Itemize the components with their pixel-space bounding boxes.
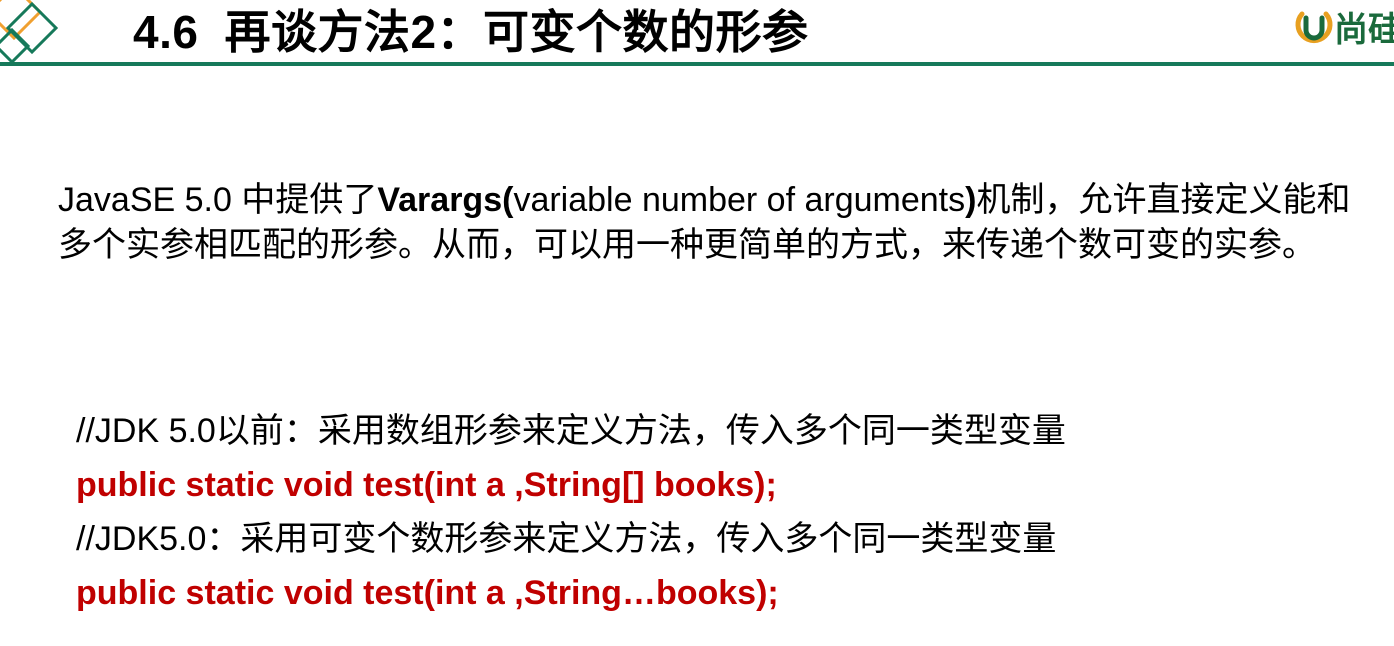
slide: 4.6 再谈方法2：可变个数的形参 尚硅 JavaSE 5.0 中提供了Varar… xyxy=(0,0,1394,646)
intro-text-1: JavaSE 5.0 中提供了 xyxy=(58,181,378,219)
page-title: 4.6 再谈方法2：可变个数的形参 xyxy=(133,2,809,62)
brand-name: 尚硅 xyxy=(1334,11,1394,49)
intro-paragraph: JavaSE 5.0 中提供了Varargs(variable number o… xyxy=(58,178,1378,268)
code-array-signature: public static void test(int a ,String[] … xyxy=(76,466,777,504)
title-text: 再谈方法2：可变个数的形参 xyxy=(224,6,809,58)
code-varargs-signature: public static void test(int a ,String…bo… xyxy=(76,574,779,612)
title-number: 4.6 xyxy=(133,6,199,58)
intro-bold-1: Varargs( xyxy=(377,181,514,219)
diamond-logo-icon xyxy=(0,0,60,65)
brand-logo: 尚硅 xyxy=(1294,8,1394,52)
u-logo-icon xyxy=(1295,11,1333,44)
code-comment-jdk5: //JDK5.0：采用可变个数形参来定义方法，传入多个同一类型变量 xyxy=(76,520,1057,558)
header-divider xyxy=(0,62,1394,66)
code-comment-before-jdk5: //JDK 5.0以前：采用数组形参来定义方法，传入多个同一类型变量 xyxy=(76,412,1066,450)
intro-text-2: variable number of arguments xyxy=(513,181,966,219)
intro-bold-2: ) xyxy=(965,181,977,219)
slide-header: 4.6 再谈方法2：可变个数的形参 尚硅 xyxy=(0,0,1394,68)
code-example: //JDK 5.0以前：采用数组形参来定义方法，传入多个同一类型变量 publi… xyxy=(76,404,1376,620)
